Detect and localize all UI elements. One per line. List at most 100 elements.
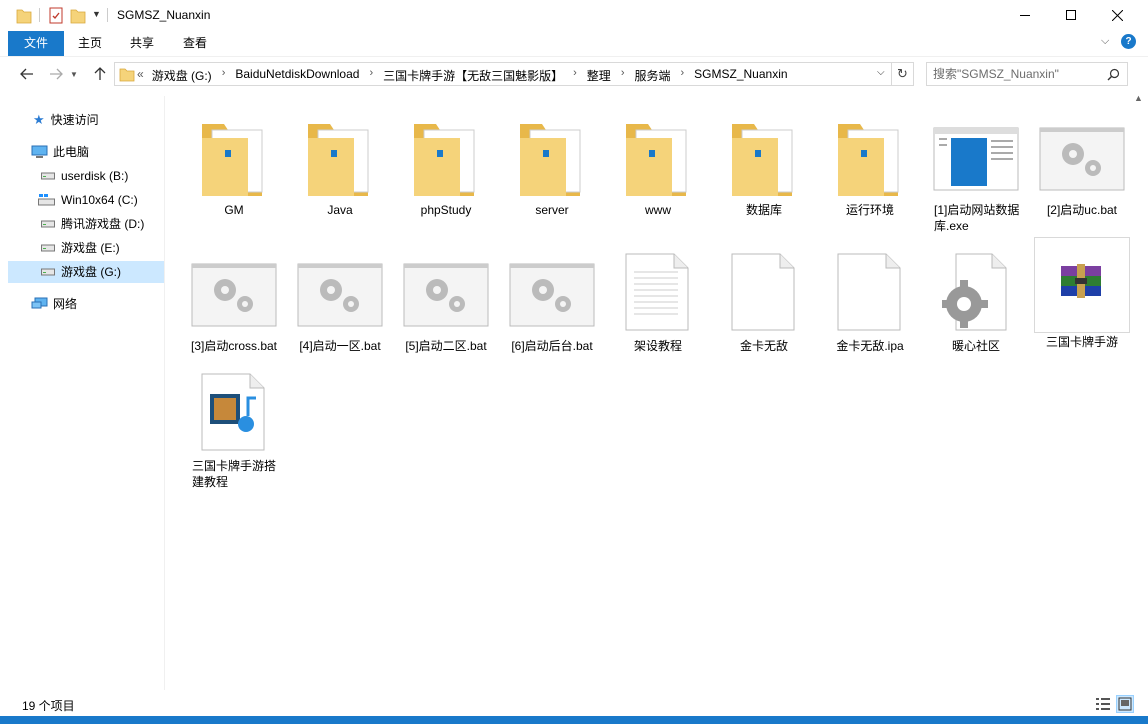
sidebar-item-network[interactable]: 网络 — [0, 293, 165, 315]
properties-icon[interactable] — [48, 5, 64, 25]
rar-file-item[interactable]: 三国卡牌手游 — [1034, 237, 1130, 349]
help-icon[interactable]: ? — [1121, 34, 1136, 49]
title-bar: ▼ SGMSZ_Nuanxin — [0, 0, 1148, 30]
toolbar-divider — [107, 8, 108, 22]
tab-home[interactable]: 主页 — [70, 32, 110, 55]
text-file-item[interactable]: 架设教程 — [608, 232, 708, 353]
new-folder-icon[interactable] — [70, 5, 86, 25]
up-arrow-icon — [94, 67, 106, 80]
batch-file-icon — [297, 263, 383, 327]
bat-file-item[interactable]: [5]启动二区.bat — [396, 232, 496, 353]
text-document-icon — [625, 253, 689, 331]
navigation-pane: ★ 快速访问 此电脑 userdisk (B:) Win10x64 (C:) 腾… — [0, 96, 165, 690]
chevron-right-icon[interactable]: › — [222, 67, 226, 84]
batch-file-icon — [1039, 127, 1125, 191]
quick-access-dropdown-icon[interactable]: ▼ — [92, 9, 101, 19]
large-icons-view-button[interactable] — [1116, 695, 1134, 713]
bat-file-item[interactable]: [4]启动一区.bat — [290, 232, 390, 353]
breadcrumb-item[interactable]: 三国卡牌手游【无敌三国魅影版】 — [383, 67, 563, 84]
details-view-button[interactable] — [1094, 695, 1112, 713]
file-name: [5]启动二区.bat — [405, 339, 487, 353]
recent-locations-button[interactable]: ▼ — [68, 64, 80, 84]
address-dropdown-icon[interactable]: ⌵ — [877, 67, 885, 78]
file-name: [6]启动后台.bat — [511, 339, 593, 353]
bat-file-item[interactable]: [2]启动uc.bat — [1032, 96, 1132, 217]
sidebar-item-label: userdisk (B:) — [61, 169, 129, 183]
refresh-button[interactable]: ↻ — [892, 62, 914, 86]
minimize-icon — [1020, 14, 1030, 16]
settings-file-item[interactable]: 暖心社区 — [926, 232, 1026, 353]
file-name: GM — [224, 203, 244, 217]
search-box[interactable] — [926, 62, 1128, 86]
blank-file-icon — [731, 253, 795, 331]
scroll-up-icon[interactable]: ▲ — [1134, 93, 1143, 103]
chevron-right-icon[interactable]: › — [681, 67, 685, 84]
folder-icon — [202, 124, 263, 196]
chevron-right-icon[interactable]: › — [573, 67, 577, 84]
maximize-button[interactable] — [1048, 0, 1094, 30]
folder-item[interactable]: Java — [290, 96, 390, 217]
tab-view[interactable]: 查看 — [175, 32, 215, 55]
folder-icon — [626, 124, 687, 196]
windows-drive-icon — [38, 194, 55, 206]
close-button[interactable] — [1094, 0, 1140, 30]
breadcrumb-item[interactable]: BaiduNetdiskDownload — [235, 67, 359, 84]
file-item[interactable]: 金卡无敌.ipa — [820, 232, 920, 353]
file-name: 三国卡牌手游搭建教程 — [192, 459, 277, 489]
sidebar-item-quick-access[interactable]: ★ 快速访问 — [0, 109, 165, 131]
folder-item[interactable]: server — [502, 96, 602, 217]
breadcrumb-item[interactable]: 整理 — [587, 67, 611, 84]
large-icons-view-icon — [1118, 697, 1132, 711]
file-name: 金卡无敌.ipa — [836, 339, 904, 353]
folder-item[interactable]: 数据库 — [714, 96, 814, 217]
address-bar[interactable]: « 游戏盘 (G:) › BaiduNetdiskDownload › 三国卡牌… — [114, 62, 892, 86]
folder-item[interactable]: GM — [184, 96, 284, 217]
sidebar-item-userdisk[interactable]: userdisk (B:) — [0, 165, 165, 187]
exe-file-item[interactable]: [1]启动网站数据库.exe — [926, 96, 1026, 233]
chevron-right-icon[interactable]: › — [369, 67, 373, 84]
file-item[interactable]: 金卡无敌 — [714, 232, 814, 353]
sidebar-item-drive-g[interactable]: 游戏盘 (G:) — [8, 261, 164, 283]
vertical-scrollbar[interactable]: ▲ — [1131, 57, 1148, 690]
up-button[interactable] — [90, 64, 110, 84]
file-list: GM Java phpStudy server www 数据库 运行环境 [1]… — [168, 96, 1131, 690]
folder-item[interactable]: phpStudy — [396, 96, 496, 217]
sidebar-item-drive-c[interactable]: Win10x64 (C:) — [0, 189, 165, 211]
bat-file-item[interactable]: [3]启动cross.bat — [184, 232, 284, 353]
breadcrumb-item[interactable]: 游戏盘 (G:) — [152, 67, 212, 84]
search-input[interactable] — [933, 66, 1103, 82]
breadcrumb-overflow[interactable]: « — [137, 67, 144, 84]
tab-share[interactable]: 共享 — [122, 32, 162, 55]
drive-icon — [41, 220, 55, 228]
sidebar-item-this-pc[interactable]: 此电脑 — [0, 141, 165, 163]
back-button[interactable] — [17, 64, 37, 84]
refresh-icon: ↻ — [897, 66, 908, 81]
batch-file-icon — [191, 263, 277, 327]
item-count: 19 个项目 — [22, 699, 75, 713]
folder-icon — [308, 124, 369, 196]
sidebar-item-drive-e[interactable]: 游戏盘 (E:) — [0, 237, 165, 259]
folder-item[interactable]: 运行环境 — [820, 96, 920, 217]
minimize-button[interactable] — [1002, 0, 1048, 30]
video-file-item[interactable]: 三国卡牌手游搭建教程 — [184, 352, 284, 489]
chevron-right-icon[interactable]: › — [621, 67, 625, 84]
sidebar-item-label: 此电脑 — [53, 145, 90, 159]
forward-button[interactable] — [46, 64, 66, 84]
drive-icon — [41, 268, 55, 276]
drive-icon — [41, 244, 55, 252]
sidebar-item-drive-d[interactable]: 腾讯游戏盘 (D:) — [0, 213, 165, 235]
settings-gear-icon — [942, 253, 1007, 331]
tab-file[interactable]: 文件 — [8, 31, 64, 56]
bat-file-item[interactable]: [6]启动后台.bat — [502, 232, 602, 353]
folder-icon — [414, 124, 475, 196]
folder-item[interactable]: www — [608, 96, 708, 217]
ribbon-tabs: 文件 主页 共享 查看 ⌵ ? — [0, 30, 1148, 57]
file-name: phpStudy — [420, 203, 472, 217]
ribbon-expand-icon[interactable]: ⌵ — [1101, 35, 1109, 48]
drive-icon — [41, 172, 55, 180]
breadcrumb-item[interactable]: SGMSZ_Nuanxin — [694, 67, 787, 84]
breadcrumb-item[interactable]: 服务端 — [634, 67, 670, 84]
back-arrow-icon — [20, 68, 33, 80]
sidebar-item-label: 网络 — [53, 297, 78, 311]
window-title: SGMSZ_Nuanxin — [117, 8, 211, 22]
